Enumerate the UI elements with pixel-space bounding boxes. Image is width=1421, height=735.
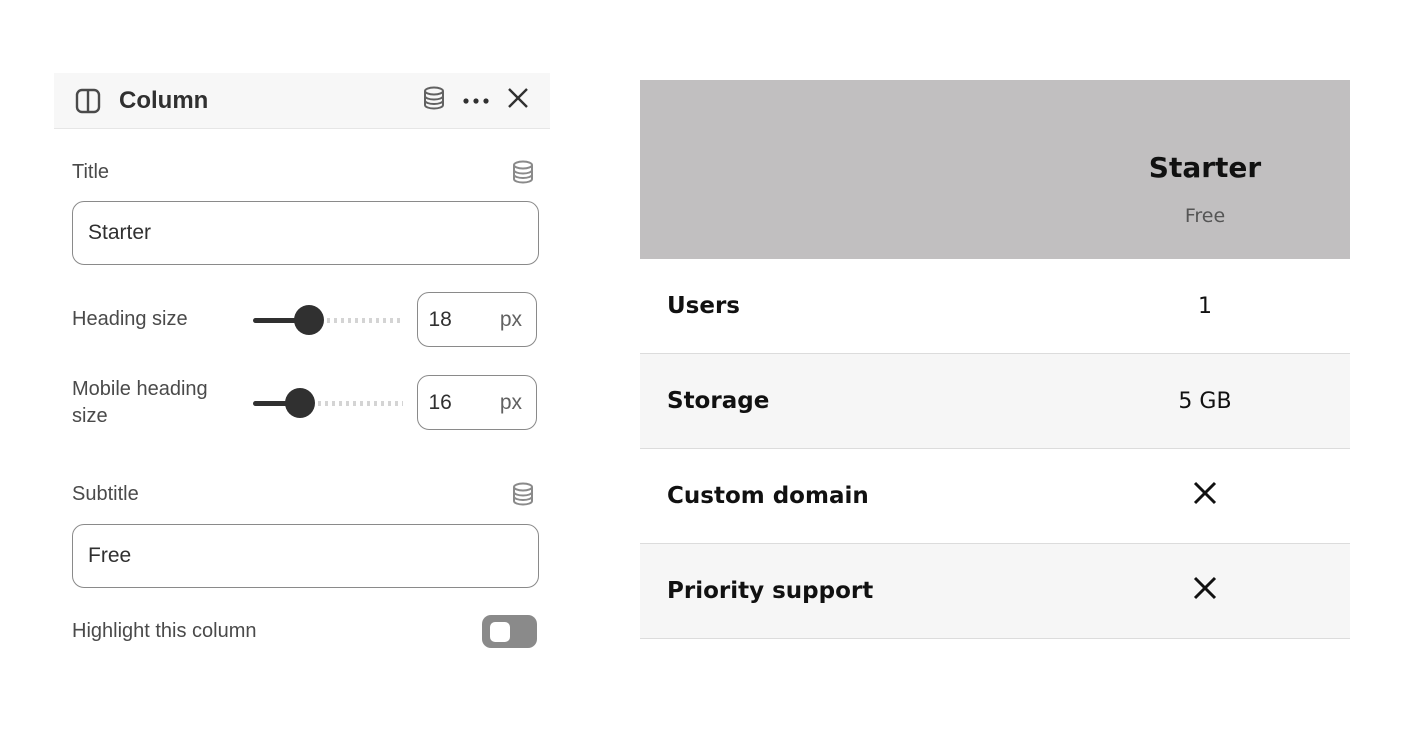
cross-icon bbox=[1135, 576, 1275, 606]
mobile-heading-size-unit: px bbox=[499, 390, 522, 414]
highlight-toggle[interactable] bbox=[482, 615, 537, 648]
dynamic-source-button[interactable] bbox=[418, 85, 450, 117]
feature-label: Users bbox=[667, 293, 740, 319]
subtitle-label: Subtitle bbox=[72, 482, 139, 505]
slider-thumb[interactable] bbox=[285, 387, 316, 418]
title-input[interactable]: Starter bbox=[72, 201, 539, 265]
database-icon bbox=[421, 85, 447, 116]
column-subheading: Free bbox=[1184, 205, 1226, 227]
table-row: Custom domain bbox=[640, 449, 1350, 544]
heading-size-label: Heading size bbox=[72, 308, 188, 330]
feature-value: 1 bbox=[1198, 293, 1212, 319]
slider-thumb[interactable] bbox=[294, 304, 325, 335]
close-icon bbox=[507, 87, 529, 114]
preview-header: Starter Free bbox=[640, 80, 1350, 259]
close-button[interactable] bbox=[502, 85, 534, 117]
feature-label: Custom domain bbox=[667, 483, 869, 509]
feature-label: Priority support bbox=[667, 578, 874, 604]
panel-header: Column bbox=[54, 73, 550, 129]
column-settings-panel: Column Title Starter Heading size 18 px … bbox=[54, 73, 550, 648]
heading-size-unit: px bbox=[499, 307, 522, 331]
heading-size-row: Heading size 18 px bbox=[72, 292, 537, 347]
database-icon[interactable] bbox=[509, 158, 537, 186]
title-field-header: Title bbox=[72, 158, 537, 186]
more-horizontal-icon bbox=[462, 92, 490, 110]
slider-track bbox=[304, 400, 404, 406]
title-input-value: Starter bbox=[88, 221, 152, 244]
panel-title: Column bbox=[119, 86, 209, 114]
highlight-label: Highlight this column bbox=[72, 620, 257, 642]
subtitle-input[interactable]: Free bbox=[72, 524, 539, 588]
subtitle-field-header: Subtitle bbox=[72, 480, 537, 508]
more-options-button[interactable] bbox=[460, 85, 492, 117]
mobile-heading-size-row: Mobile heading size 16 px bbox=[72, 375, 537, 430]
cross-icon bbox=[1135, 481, 1275, 511]
feature-label: Storage bbox=[667, 388, 770, 414]
table-row: Storage 5 GB bbox=[640, 354, 1350, 449]
table-row: Users 1 bbox=[640, 259, 1350, 354]
mobile-heading-size-label: Mobile heading size bbox=[72, 377, 208, 427]
toggle-knob bbox=[490, 622, 510, 642]
mobile-heading-size-slider[interactable] bbox=[253, 387, 404, 419]
comparison-table-preview: Starter Free Users 1 Storage 5 GB Custom dom… bbox=[640, 80, 1350, 639]
heading-size-value: 18 bbox=[428, 307, 452, 331]
mobile-heading-size-input[interactable]: 16 px bbox=[417, 375, 537, 430]
heading-size-slider[interactable] bbox=[253, 304, 404, 336]
heading-size-input[interactable]: 18 px bbox=[417, 292, 537, 347]
feature-value: 5 GB bbox=[1178, 388, 1232, 414]
database-icon[interactable] bbox=[509, 480, 537, 508]
column-heading: Starter bbox=[1148, 151, 1262, 184]
column-layout-icon bbox=[74, 87, 102, 115]
title-label: Title bbox=[72, 160, 110, 183]
mobile-heading-size-value: 16 bbox=[428, 390, 452, 414]
subtitle-input-value: Free bbox=[88, 544, 132, 567]
slider-track bbox=[313, 317, 404, 323]
table-row: Priority support bbox=[640, 544, 1350, 639]
highlight-row: Highlight this column bbox=[72, 615, 537, 648]
